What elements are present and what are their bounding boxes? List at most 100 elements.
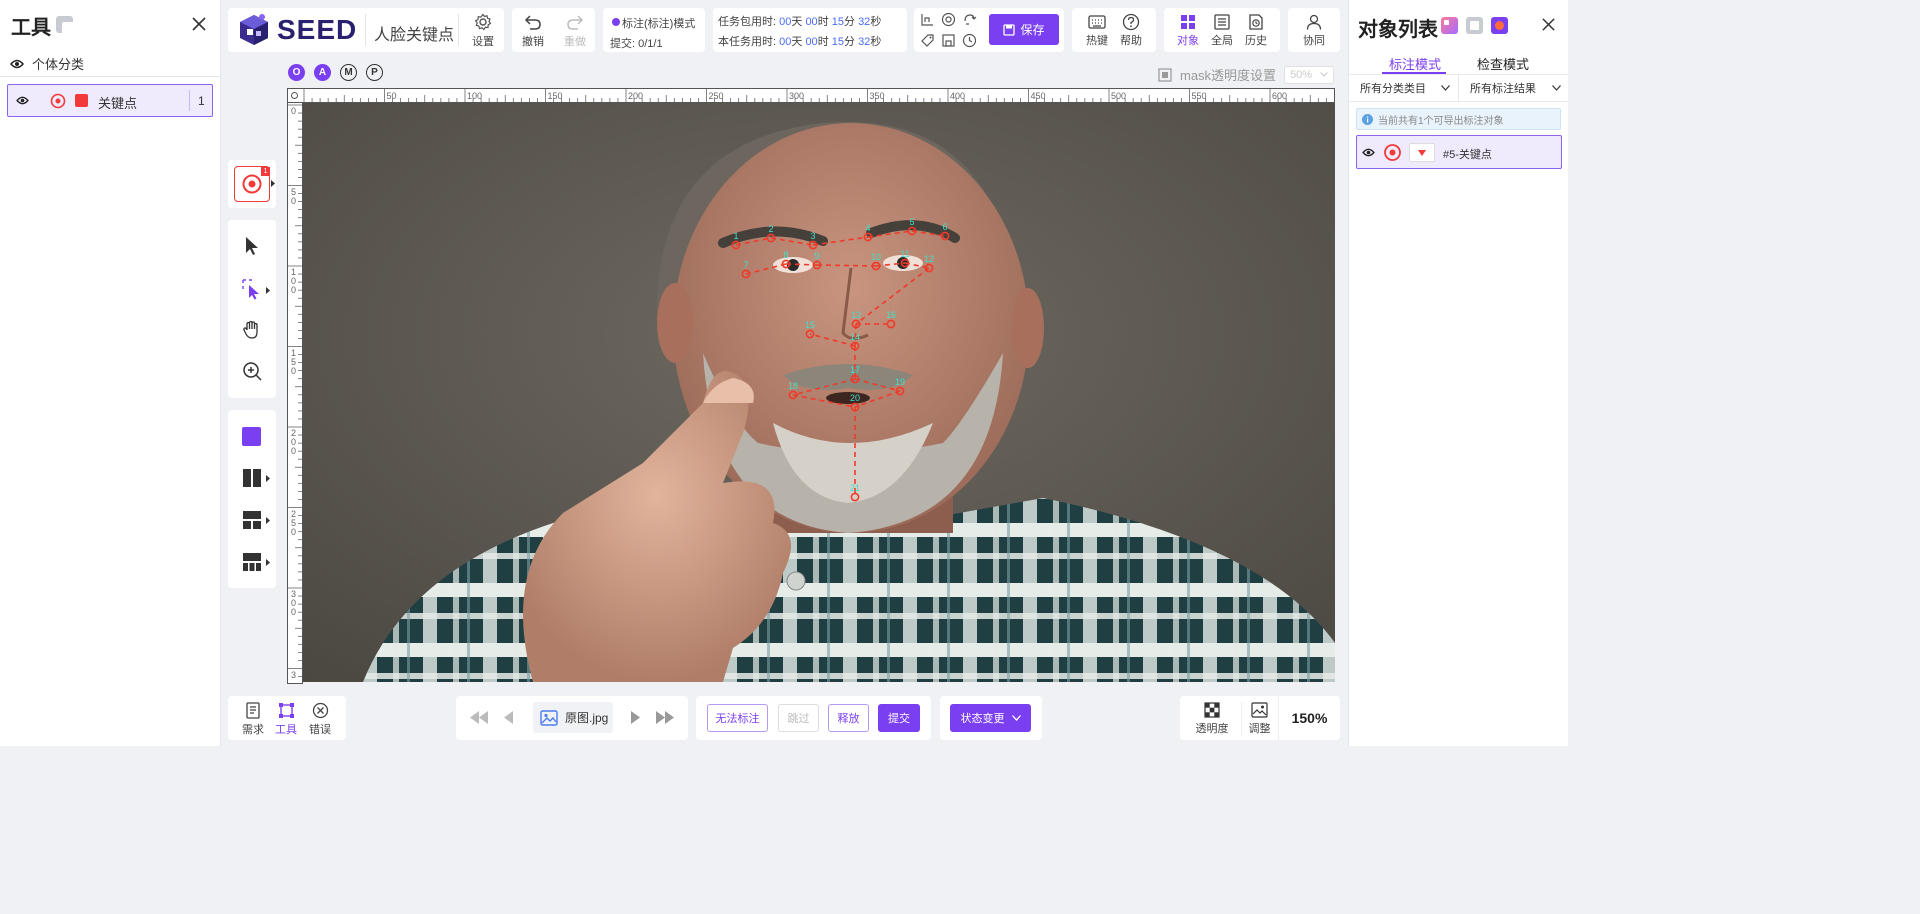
mode-badges: O A M P (288, 64, 383, 81)
zoom-level[interactable]: 150% (1278, 696, 1340, 740)
object-type-icon-1[interactable] (1441, 17, 1458, 34)
caret-right-icon[interactable] (266, 287, 270, 294)
annotation-image[interactable]: 1 2 3 4 5 6 7 8 9 10 11 12 13 14 15 16 17 18 19 20 21 (303, 103, 1335, 682)
tag-icon[interactable] (920, 33, 935, 48)
category-header[interactable]: 个体分类 (10, 54, 84, 73)
status-change-button[interactable]: 状态变更 (950, 704, 1031, 732)
adjust-button[interactable]: 调整 (1241, 702, 1277, 736)
panel-float-icon[interactable] (56, 16, 73, 33)
keypoint-label: 18 (788, 381, 798, 391)
multi-grid-icon[interactable] (242, 552, 262, 572)
first-page-icon[interactable] (469, 711, 489, 724)
objects-view-button[interactable]: 对象 (1175, 13, 1201, 48)
caret-right-icon[interactable] (271, 180, 275, 187)
filter-category-select[interactable]: 所有分类类目 (1349, 75, 1459, 102)
tab-inspect-mode[interactable]: 检查模式 (1477, 54, 1529, 73)
settings-button[interactable]: 设置 (469, 13, 497, 49)
redo-button[interactable]: 重做 (562, 13, 588, 49)
submit-button[interactable]: 提交 (878, 704, 920, 732)
eye-icon[interactable] (10, 59, 24, 69)
logo-text: SEED (277, 14, 358, 45)
keypoint-label: 3 (810, 231, 815, 241)
cannot-annotate-button[interactable]: 无法标注 (707, 704, 768, 732)
filter-result-select[interactable]: 所有标注结果 (1459, 75, 1569, 102)
export-info-banner: 当前共有1个可导出标注对象 (1356, 108, 1561, 130)
ruler-top-label: 250 (708, 91, 724, 101)
class-item-count: 1 (198, 94, 205, 108)
global-view-button[interactable]: 全局 (1209, 13, 1235, 48)
errors-button[interactable]: 错误 (307, 702, 333, 737)
mask-opacity-control: mask透明度设置 50% (1158, 65, 1335, 84)
ruler-top-label: 350 (869, 91, 885, 101)
collab-button[interactable]: 协同 (1301, 13, 1327, 48)
ruler-top-label: 200 (628, 91, 644, 101)
hand-pan-icon[interactable] (241, 319, 263, 341)
eye-icon[interactable] (16, 96, 29, 105)
layout-icon[interactable] (920, 12, 935, 27)
target-icon[interactable] (941, 12, 956, 27)
ruler-top: 50 100 150 200 250 300 350 400 450 500 550 600 (287, 88, 1335, 103)
caret-right-icon[interactable] (266, 475, 270, 482)
keypoint-label: 21 (850, 483, 860, 493)
split-view-icon[interactable] (242, 468, 262, 488)
color-fill-button[interactable] (242, 427, 261, 446)
hotkeys-button[interactable]: 热键 (1084, 13, 1110, 48)
caret-right-icon[interactable] (266, 559, 270, 566)
last-page-icon[interactable] (655, 711, 675, 724)
requirements-button[interactable]: 需求 (240, 702, 266, 737)
header-divider (458, 14, 459, 46)
task-timer: 本任务用时: 00天 00时 15分 32秒 (718, 36, 882, 48)
floppy-icon[interactable] (941, 33, 956, 48)
file-selector[interactable]: 原图.jpg (533, 702, 613, 733)
eye-icon[interactable] (1362, 148, 1375, 157)
tool-frame-icon (278, 703, 294, 718)
history-view-button[interactable]: 历史 (1243, 13, 1269, 48)
pointer-icon[interactable] (242, 235, 262, 257)
keypoint-label: 4 (865, 223, 870, 233)
mode-badge-m[interactable]: M (340, 64, 357, 81)
undo-button[interactable]: 撤销 (520, 13, 546, 49)
objects-view-label: 对象 (1177, 35, 1199, 47)
tools-button[interactable]: 工具 (273, 702, 299, 737)
help-button[interactable]: 帮助 (1118, 13, 1144, 48)
class-item-keypoint[interactable]: 关键点 1 (7, 84, 213, 117)
ruler-left-label: 100 (291, 267, 297, 295)
prev-page-icon[interactable] (504, 711, 514, 724)
ruler-left-label: 0 (291, 106, 297, 116)
mode-badge-o[interactable]: O (288, 64, 305, 81)
release-button[interactable]: 释放 (828, 704, 869, 732)
keypoint-label: 20 (850, 393, 860, 403)
hook-icon[interactable] (962, 12, 977, 27)
grid-layout-icon[interactable] (242, 510, 262, 530)
grid-icon (1181, 15, 1195, 29)
mode-indicator (612, 18, 620, 26)
mask-select[interactable]: 50% (1284, 65, 1335, 84)
footer-left-card: 需求 工具 错误 (228, 696, 346, 740)
keypoint-label: 5 (909, 217, 914, 227)
multi-select-icon[interactable] (241, 278, 265, 300)
tab-annotate-mode[interactable]: 标注模式 (1389, 54, 1441, 73)
left-panel-title: 工具 (11, 17, 51, 39)
checkerboard-icon (1204, 702, 1220, 718)
save-button[interactable]: 保存 (989, 14, 1059, 45)
left-tool-panel: 工具 个体分类 关键点 1 (0, 0, 221, 746)
mode-badge-p[interactable]: P (366, 64, 383, 81)
transparency-button[interactable]: 透明度 (1194, 702, 1230, 736)
keypoint-label: 10 (871, 252, 881, 262)
close-icon[interactable] (191, 16, 207, 32)
skip-button[interactable]: 跳过 (778, 704, 819, 732)
ruler-top-label: 450 (1030, 91, 1046, 101)
mode-badge-a[interactable]: A (314, 64, 331, 81)
caret-right-icon[interactable] (266, 517, 270, 524)
seed-logo (236, 12, 272, 48)
clock-icon[interactable] (962, 33, 977, 48)
object-color-dropdown[interactable] (1409, 143, 1435, 162)
image-adjust-icon (1251, 702, 1268, 718)
object-type-icon-3[interactable] (1491, 17, 1508, 34)
zoom-in-icon[interactable] (242, 361, 263, 382)
object-type-icon-2[interactable] (1466, 17, 1483, 34)
next-page-icon[interactable] (630, 711, 640, 724)
object-row[interactable]: #5-关键点 (1356, 135, 1562, 169)
close-icon[interactable] (1541, 17, 1556, 32)
ruler-top-label: 600 (1272, 91, 1288, 101)
